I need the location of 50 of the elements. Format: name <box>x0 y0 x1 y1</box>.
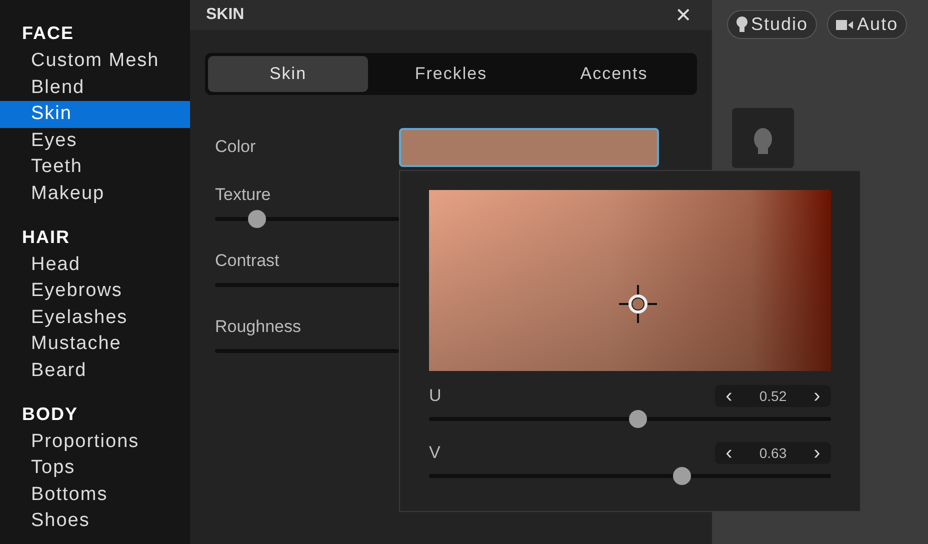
decrement-button[interactable]: ‹ <box>715 386 743 406</box>
sidebar-item[interactable]: Eyes <box>0 128 190 154</box>
slider-track[interactable] <box>429 410 831 428</box>
video-camera-icon <box>836 18 854 30</box>
section-heading: FACE <box>21 22 76 44</box>
tab[interactable]: Accents <box>534 56 694 92</box>
property-label: Roughness <box>215 316 302 338</box>
increment-button[interactable]: › <box>803 386 831 406</box>
head-icon <box>752 128 774 154</box>
decrement-button[interactable]: ‹ <box>715 443 743 463</box>
sidebar-item[interactable]: Eyelashes <box>0 304 190 332</box>
property-label: Texture <box>215 184 272 206</box>
sidebar-item[interactable]: Tops <box>0 455 190 482</box>
sidebar-item[interactable]: Makeup <box>0 180 190 208</box>
sidebar-item[interactable]: Teeth <box>0 154 190 181</box>
sidebar-item[interactable]: Shoes <box>0 508 190 535</box>
close-button[interactable]: ✕ <box>671 2 696 28</box>
section-heading: BODY <box>21 402 80 425</box>
sidebar-item[interactable]: Eyebrows <box>0 278 190 305</box>
slider-track[interactable] <box>215 210 399 228</box>
sidebar-item[interactable]: Blend <box>0 74 190 102</box>
section-heading: HAIR <box>21 226 71 248</box>
value-field: 0.52 <box>743 388 803 404</box>
panel-title: SKIN <box>206 6 244 24</box>
property-label: Contrast <box>215 250 280 272</box>
tab[interactable]: Skin <box>208 56 368 92</box>
sidebar-item[interactable]: Proportions <box>0 428 190 456</box>
sidebar-item[interactable]: Head <box>0 252 190 278</box>
slider-track[interactable] <box>429 467 831 485</box>
slider-label: V <box>429 443 440 463</box>
value-field: 0.63 <box>743 445 803 461</box>
slider-thumb[interactable] <box>248 210 266 228</box>
lighting-button[interactable]: Studio <box>727 10 818 39</box>
crosshair-icon[interactable] <box>618 284 658 324</box>
sidebar-item[interactable]: Beard <box>0 358 190 385</box>
preview-card[interactable] <box>732 108 794 168</box>
tab[interactable]: Freckles <box>371 56 531 92</box>
sidebar-item[interactable]: Skin <box>0 101 190 128</box>
slider-label: U <box>429 386 442 406</box>
color-gradient[interactable] <box>429 190 831 371</box>
lightbulb-icon <box>736 16 748 34</box>
sidebar-item[interactable]: Bottoms <box>0 482 190 508</box>
increment-button[interactable]: › <box>803 443 831 463</box>
camera-button[interactable]: Auto <box>827 10 908 39</box>
sidebar-item[interactable]: Mustache <box>0 331 190 358</box>
color-swatch[interactable] <box>399 128 659 166</box>
slider-thumb[interactable] <box>673 467 692 485</box>
sidebar-item[interactable]: Custom Mesh <box>0 48 190 75</box>
property-label: Color <box>215 136 256 158</box>
slider-thumb[interactable] <box>629 410 648 428</box>
